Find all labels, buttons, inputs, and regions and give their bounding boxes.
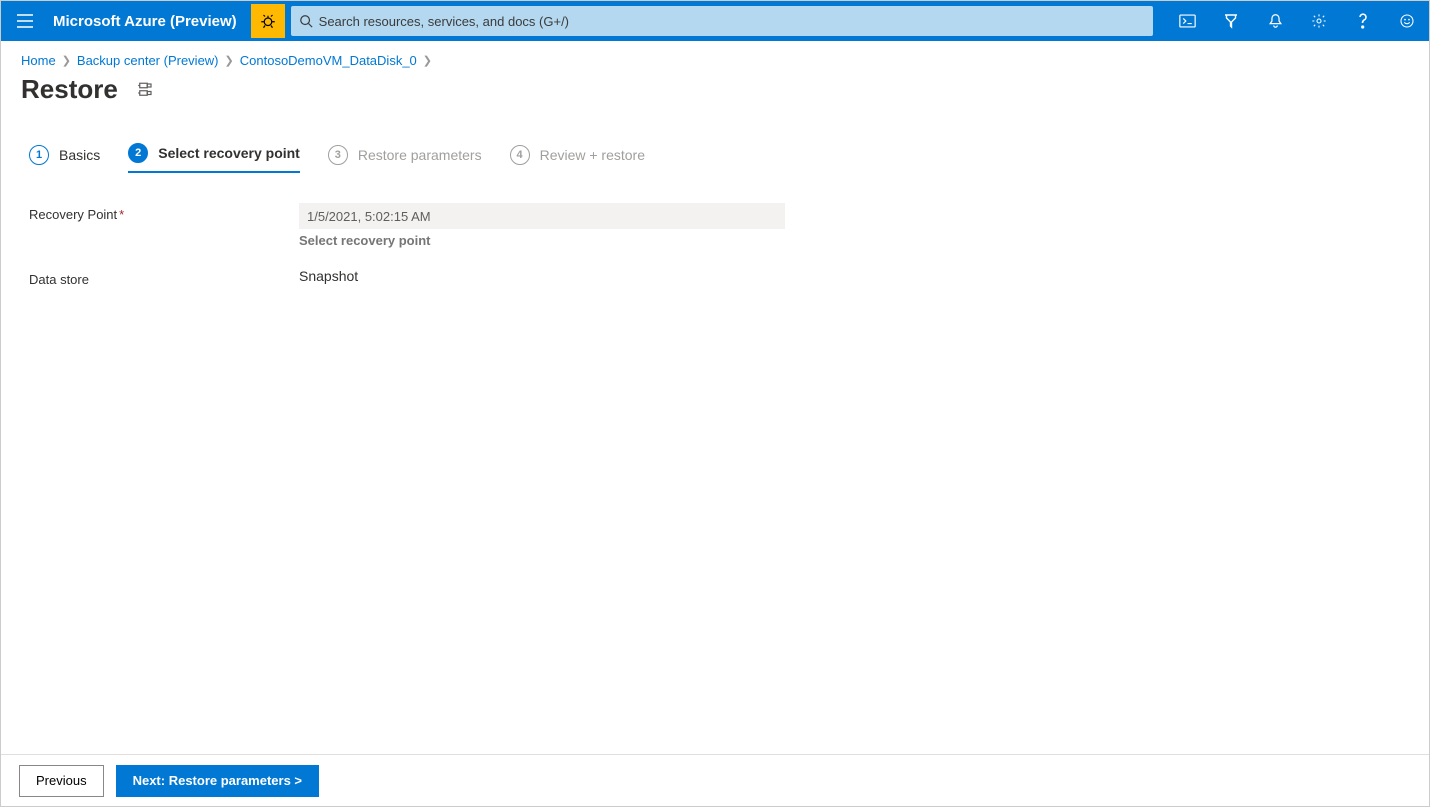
settings-button[interactable] xyxy=(1297,1,1341,41)
data-store-value: Snapshot xyxy=(299,268,785,284)
tab-select-recovery-point[interactable]: 2 Select recovery point xyxy=(128,143,300,173)
form-area: Recovery Point* 1/5/2021, 5:02:15 AM Sel… xyxy=(1,173,1429,754)
chevron-right-icon: ❯ xyxy=(423,54,432,67)
search-box[interactable] xyxy=(291,6,1153,36)
chevron-right-icon: ❯ xyxy=(62,54,71,67)
recovery-point-field[interactable]: 1/5/2021, 5:02:15 AM xyxy=(299,203,785,229)
row-recovery-point: Recovery Point* 1/5/2021, 5:02:15 AM Sel… xyxy=(29,203,1401,248)
select-recovery-point-link[interactable]: Select recovery point xyxy=(299,229,785,248)
breadcrumb-item-home[interactable]: Home xyxy=(21,53,56,68)
tab-step-number: 3 xyxy=(328,145,348,165)
menu-button[interactable] xyxy=(1,1,49,41)
tab-label: Restore parameters xyxy=(358,147,482,163)
search-icon xyxy=(299,14,313,28)
gear-icon xyxy=(1311,13,1327,29)
tab-restore-parameters: 3 Restore parameters xyxy=(328,145,482,173)
bug-icon xyxy=(259,12,277,30)
notifications-button[interactable] xyxy=(1253,1,1297,41)
tab-label: Select recovery point xyxy=(158,145,300,161)
tab-step-number: 4 xyxy=(510,145,530,165)
title-row: Restore xyxy=(1,72,1429,115)
wizard-footer: Previous Next: Restore parameters > xyxy=(1,754,1429,806)
feedback-button[interactable] xyxy=(1385,1,1429,41)
cloud-shell-icon xyxy=(1179,14,1196,28)
smiley-icon xyxy=(1399,13,1415,29)
directory-filter-button[interactable] xyxy=(1209,1,1253,41)
pin-icon xyxy=(136,81,154,99)
brand-title[interactable]: Microsoft Azure (Preview) xyxy=(49,13,251,30)
tab-review-restore: 4 Review + restore xyxy=(510,145,645,173)
pin-button[interactable] xyxy=(136,81,154,99)
page-body: Home ❯ Backup center (Preview) ❯ Contoso… xyxy=(1,41,1429,806)
breadcrumb-item-resource[interactable]: ContosoDemoVM_DataDisk_0 xyxy=(240,53,417,68)
page-title: Restore xyxy=(21,74,118,105)
header-actions xyxy=(1165,1,1429,41)
tab-basics[interactable]: 1 Basics xyxy=(29,145,100,173)
cloud-shell-button[interactable] xyxy=(1165,1,1209,41)
help-icon xyxy=(1358,13,1368,29)
tab-label: Basics xyxy=(59,147,100,163)
search-input[interactable] xyxy=(313,14,1145,29)
recovery-point-label: Recovery Point* xyxy=(29,203,299,222)
top-bar: Microsoft Azure (Preview) xyxy=(1,1,1429,41)
data-store-label: Data store xyxy=(29,268,299,287)
row-data-store: Data store Snapshot xyxy=(29,268,1401,287)
preview-toggle-button[interactable] xyxy=(251,4,285,38)
tab-label: Review + restore xyxy=(540,147,645,163)
filter-icon xyxy=(1223,13,1239,29)
tab-step-number: 1 xyxy=(29,145,49,165)
required-asterisk: * xyxy=(119,207,124,222)
breadcrumb: Home ❯ Backup center (Preview) ❯ Contoso… xyxy=(1,41,1429,72)
tab-step-number: 2 xyxy=(128,143,148,163)
help-button[interactable] xyxy=(1341,1,1385,41)
chevron-right-icon: ❯ xyxy=(225,54,234,67)
next-button[interactable]: Next: Restore parameters > xyxy=(116,765,319,797)
hamburger-icon xyxy=(17,14,33,28)
wizard-tabs: 1 Basics 2 Select recovery point 3 Resto… xyxy=(1,115,1429,173)
previous-button[interactable]: Previous xyxy=(19,765,104,797)
breadcrumb-item-backup-center[interactable]: Backup center (Preview) xyxy=(77,53,219,68)
bell-icon xyxy=(1268,13,1283,29)
